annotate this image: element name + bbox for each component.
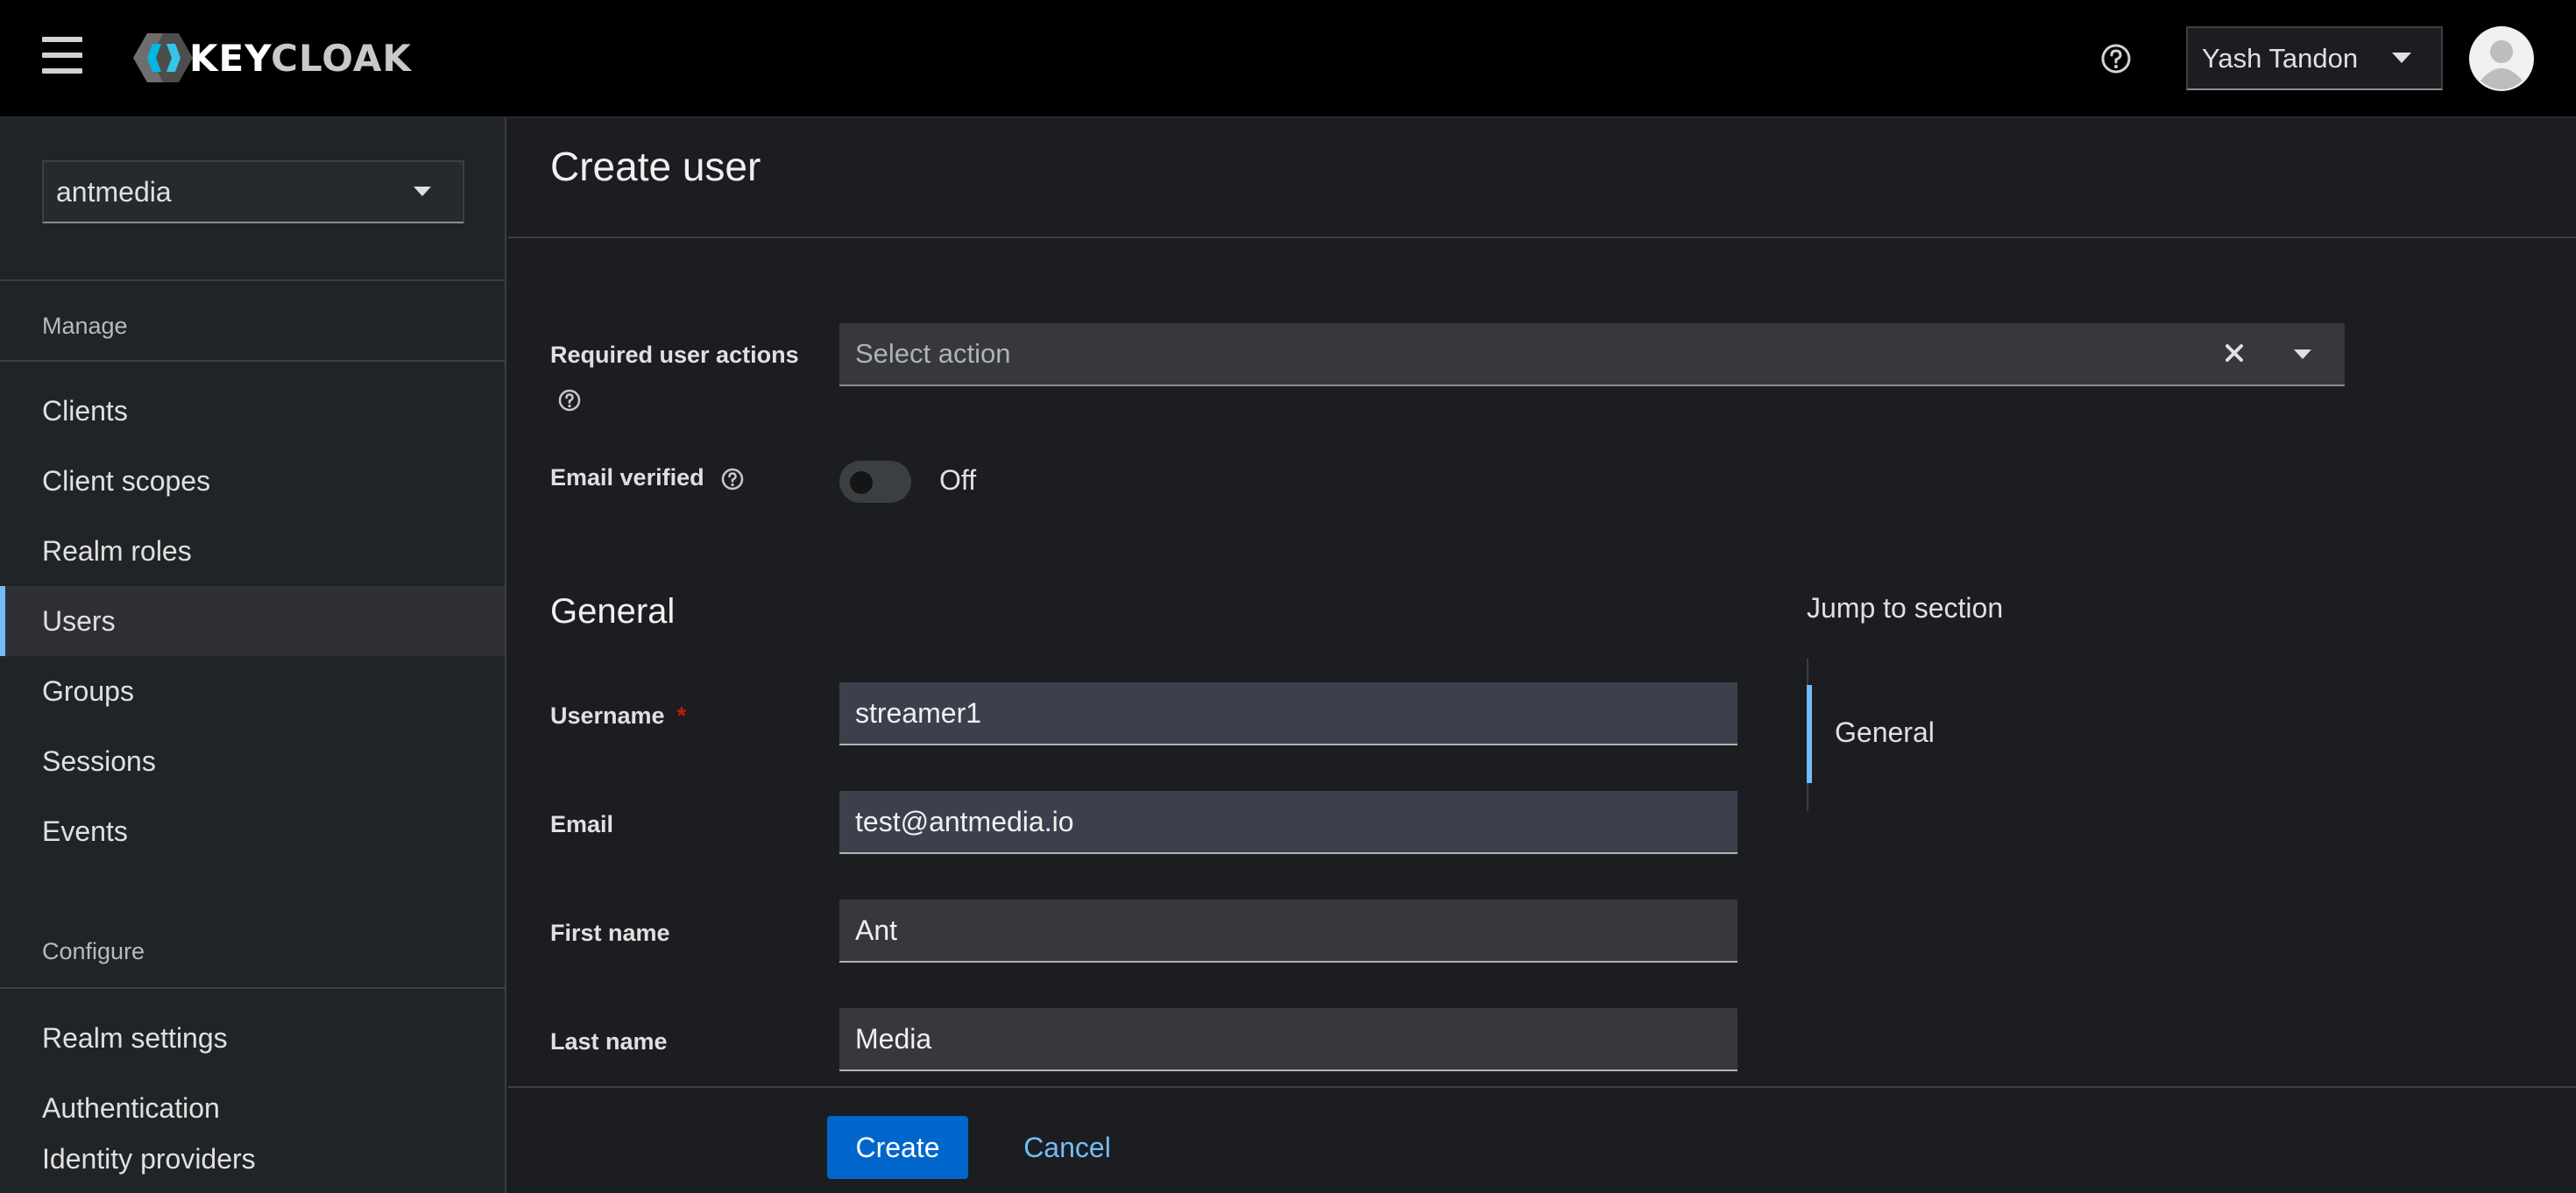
keycloak-logo-icon [133, 33, 193, 82]
hamburger-menu-icon[interactable] [42, 37, 82, 74]
user-name: Yash Tandon [2202, 42, 2359, 74]
section-title-general: General [550, 592, 676, 631]
nav-item-clients[interactable]: Clients [0, 376, 505, 446]
clear-icon[interactable] [2220, 339, 2248, 367]
select-placeholder: Select action [855, 338, 1011, 369]
caret-down-icon [414, 187, 431, 196]
divider [0, 360, 505, 362]
keycloak-logo[interactable]: KEYCLOAK [131, 30, 412, 86]
email-label: Email [550, 811, 614, 837]
required-actions-select[interactable]: Select action [839, 323, 2345, 386]
first-name-input[interactable]: Ant [839, 900, 1737, 963]
required-mark: * [676, 702, 687, 729]
nav-item-groups[interactable]: Groups [0, 656, 505, 726]
jump-to-section-title: Jump to section [1807, 592, 2004, 624]
nav-item-client-scopes[interactable]: Client scopes [0, 446, 505, 516]
avatar[interactable] [2469, 26, 2534, 91]
action-bar [508, 1086, 2576, 1193]
jump-link-active-indicator [1807, 685, 1812, 783]
logo-text: KEYCLOAK [189, 36, 412, 80]
help-icon[interactable] [2099, 42, 2133, 75]
nav-item-users[interactable]: Users [0, 586, 505, 656]
help-icon[interactable] [720, 467, 745, 491]
section-label-manage: Manage [42, 313, 128, 339]
email-verified-state: Off [939, 464, 977, 496]
username-label: Username * [550, 702, 687, 729]
jump-link-general[interactable]: General [1835, 717, 1935, 749]
nav-item-realm-roles[interactable]: Realm roles [0, 516, 505, 586]
username-input[interactable]: streamer1 [839, 682, 1737, 745]
realm-name: antmedia [56, 175, 172, 208]
caret-down-icon [2392, 53, 2411, 63]
nav-item-realm-settings[interactable]: Realm settings [0, 1003, 505, 1073]
email-input[interactable]: test@antmedia.io [839, 791, 1737, 854]
nav-item-identity-providers[interactable]: Identity providers [0, 1126, 505, 1193]
toggle-knob [850, 471, 873, 494]
divider [0, 279, 505, 281]
required-actions-label: Required user actions [550, 342, 799, 368]
nav-item-sessions[interactable]: Sessions [0, 726, 505, 796]
realm-selector[interactable]: antmedia [42, 160, 464, 223]
page-title: Create user [550, 144, 761, 189]
user-dropdown[interactable]: Yash Tandon [2186, 26, 2443, 90]
nav-item-events[interactable]: Events [0, 796, 505, 866]
create-button[interactable]: Create [827, 1116, 968, 1179]
sidebar: antmedia Manage Clients Client scopes Re… [0, 118, 506, 1193]
help-icon[interactable] [557, 388, 582, 413]
masthead: KEYCLOAK Yash Tandon [0, 0, 2576, 118]
cancel-button[interactable]: Cancel [1006, 1116, 1129, 1179]
divider [0, 987, 505, 989]
caret-down-icon[interactable] [2294, 349, 2311, 359]
section-label-configure: Configure [42, 938, 145, 964]
email-verified-toggle[interactable] [839, 461, 911, 503]
page-header: Create user [508, 118, 2576, 238]
email-verified-label: Email verified [550, 464, 704, 491]
first-name-label: First name [550, 920, 670, 946]
last-name-input[interactable]: Media [839, 1008, 1737, 1071]
last-name-label: Last name [550, 1028, 668, 1055]
